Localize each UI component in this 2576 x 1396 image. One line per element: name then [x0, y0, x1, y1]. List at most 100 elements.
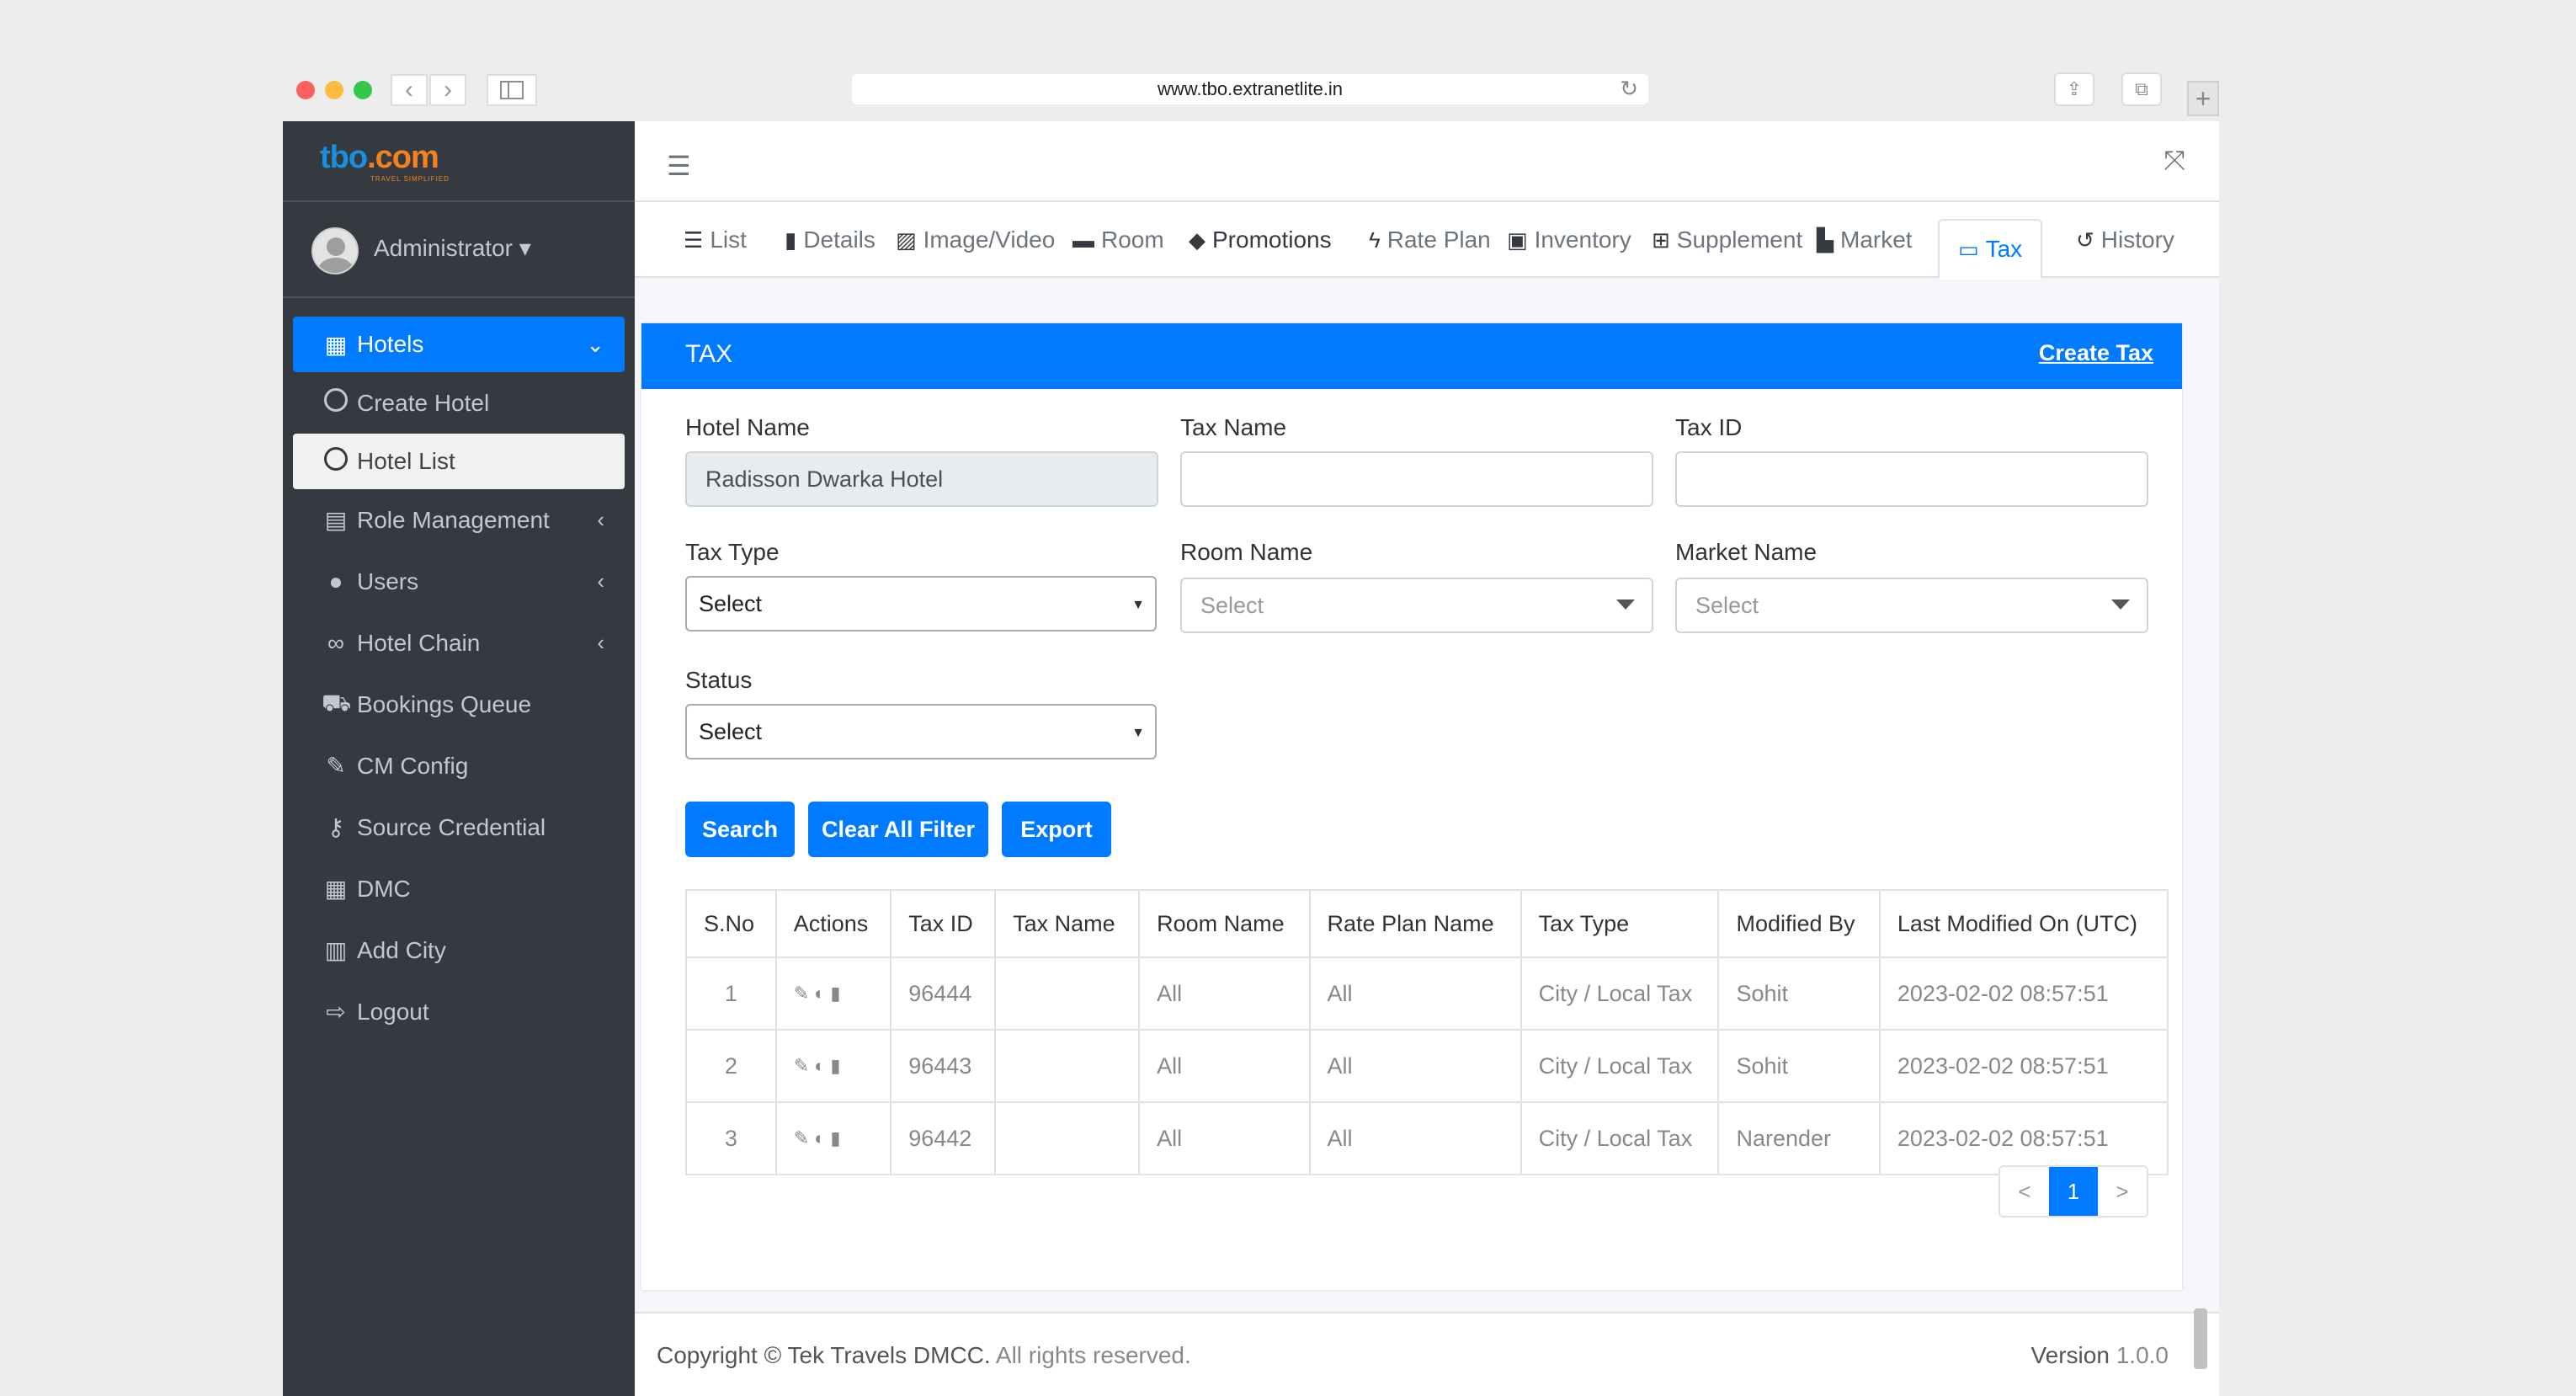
main-content: ☰ ⤧ ☰ List ▮ Details ▨ Image/Video ▬ Room ◆ P…: [635, 121, 2219, 1396]
table-header-row: S.No Actions Tax ID Tax Name Room Name R…: [685, 889, 2169, 958]
edit-icon[interactable]: ✎: [794, 1127, 814, 1148]
back-icon[interactable]: ‹: [391, 74, 428, 106]
brand[interactable]: tbo.com TRAVEL SIMPLIFIED: [283, 121, 635, 202]
sidebar-item-label: Hotel List: [357, 448, 455, 474]
sidebar-item-hotels[interactable]: ▦ Hotels ⌄: [293, 317, 625, 372]
pagination-next[interactable]: >: [2098, 1167, 2147, 1216]
tab-bar: ☰ List ▮ Details ▨ Image/Video ▬ Room ◆ Promo…: [635, 202, 2219, 280]
pagination-page-1[interactable]: 1: [2049, 1167, 2098, 1216]
pagination: < 1 >: [1999, 1165, 2148, 1218]
cell-rate-plan: All: [1308, 1029, 1522, 1103]
copyright: Copyright © Tek Travels DMCC. All rights…: [657, 1342, 1191, 1368]
logo-tagline: TRAVEL SIMPLIFIED: [370, 175, 450, 183]
sidebar-item-create-hotel[interactable]: Create Hotel: [283, 372, 635, 434]
export-button[interactable]: Export: [1002, 802, 1111, 857]
sidebar-item-hotel-list[interactable]: Hotel List: [293, 434, 625, 489]
sidebar-item-label: Role Management: [357, 506, 550, 533]
sidebar-item-bookings-queue[interactable]: ⛟ Bookings Queue: [283, 674, 635, 735]
url-bar[interactable]: www.tbo.extranetlite.in ↻: [852, 74, 1648, 104]
tax-name-input[interactable]: [1180, 451, 1653, 507]
cell-rate-plan: All: [1308, 956, 1522, 1031]
caret-down-icon: ▼: [1131, 598, 1145, 612]
caret-down-icon: ▾: [519, 235, 531, 261]
trash-icon[interactable]: ▮: [830, 983, 845, 1004]
circle-icon: [322, 388, 350, 418]
trash-icon[interactable]: ▮: [830, 1127, 845, 1148]
chevron-down-icon: ⌄: [586, 331, 604, 357]
tab-list[interactable]: ☰ List: [684, 202, 747, 278]
sidebar-item-source-credential[interactable]: ⚷ Source Credential: [283, 797, 635, 858]
tabs-overview-icon[interactable]: ⧉: [2121, 72, 2162, 106]
tab-room[interactable]: ▬ Room: [1072, 202, 1164, 278]
sidebar-item-add-city[interactable]: ▥ Add City: [283, 919, 635, 981]
list-icon: ☰: [684, 226, 704, 253]
new-tab-icon[interactable]: +: [2187, 81, 2219, 116]
logo[interactable]: tbo.com: [320, 140, 439, 176]
plus-square-icon: ⊞: [1652, 226, 1670, 253]
column-header: Tax Name: [994, 889, 1141, 958]
toggle-icon[interactable]: ◐: [814, 983, 830, 1004]
column-header: Last Modified On (UTC): [1878, 889, 2169, 958]
sidebar-item-cm-config[interactable]: ✎ CM Config: [283, 735, 635, 797]
trash-icon[interactable]: ▮: [830, 1055, 845, 1076]
money-icon: ▭: [1958, 236, 1979, 262]
sidebar-item-dmc[interactable]: ▦ DMC: [283, 858, 635, 919]
forward-icon[interactable]: ›: [429, 74, 466, 106]
fullscreen-icon[interactable]: ⤧: [2164, 145, 2185, 177]
image-icon: ▨: [896, 226, 917, 253]
tab-rate-plan[interactable]: ϟ Rate Plan: [1369, 202, 1491, 278]
tab-details[interactable]: ▮ Details: [785, 202, 876, 278]
sidebar-item-hotel-chain[interactable]: ∞ Hotel Chain ‹: [283, 612, 635, 674]
minimize-window-dot[interactable]: [325, 81, 343, 99]
tab-image-video[interactable]: ▨ Image/Video: [896, 202, 1055, 278]
close-window-dot[interactable]: [296, 81, 315, 99]
tax-id-input[interactable]: [1675, 451, 2148, 507]
sidebar: tbo.com TRAVEL SIMPLIFIED Administrator …: [283, 121, 635, 1396]
tax-type-label: Tax Type: [685, 539, 780, 565]
cell-tax-type: City / Local Tax: [1520, 1101, 1720, 1175]
tab-history[interactable]: ↺ History: [2076, 202, 2174, 278]
reload-icon[interactable]: ↻: [1620, 76, 1638, 102]
building-icon: ▦: [324, 331, 348, 358]
tax-type-select[interactable]: Select ▼: [685, 576, 1157, 631]
sidebar-item-role-management[interactable]: ▤ Role Management ‹: [283, 489, 635, 551]
cell-tax-type: City / Local Tax: [1520, 1029, 1720, 1103]
url-text: www.tbo.extranetlite.in: [1157, 78, 1344, 99]
brush-icon: ✎: [326, 753, 346, 779]
edit-icon[interactable]: ✎: [794, 983, 814, 1004]
sidebar-item-label: Users: [357, 567, 419, 594]
table-row: 2 ✎◐▮ 96443 All All City / Local Tax Soh…: [685, 1029, 2169, 1103]
tab-supplement[interactable]: ⊞ Supplement: [1652, 202, 1802, 278]
tab-inventory[interactable]: ▣ Inventory: [1507, 202, 1631, 278]
hamburger-menu-icon[interactable]: ☰: [667, 150, 691, 182]
user-menu[interactable]: Administrator ▾: [374, 234, 531, 262]
logout-icon: ⇨: [326, 999, 346, 1025]
sidebar-item-label: Logout: [357, 998, 429, 1025]
zoom-window-dot[interactable]: [354, 81, 372, 99]
status-select[interactable]: Select ▼: [685, 704, 1157, 759]
tab-market[interactable]: ▙ Market: [1817, 202, 1913, 278]
toggle-icon[interactable]: ◐: [814, 1055, 830, 1076]
cell-tax-type: City / Local Tax: [1520, 956, 1720, 1031]
toggle-icon[interactable]: ◐: [814, 1127, 830, 1148]
pagination-prev[interactable]: <: [2000, 1167, 2049, 1216]
card-header: TAX Create Tax: [641, 323, 2182, 389]
tab-tax[interactable]: ▭ Tax: [1938, 219, 2043, 280]
sidebar-toggle-icon[interactable]: [487, 74, 537, 106]
column-header: Actions: [774, 889, 892, 958]
column-header: S.No: [685, 889, 777, 958]
edit-icon[interactable]: ✎: [794, 1055, 814, 1076]
create-tax-link[interactable]: Create Tax: [2039, 340, 2153, 366]
page-scrollbar[interactable]: [2194, 1308, 2207, 1369]
table-row: 3 ✎◐▮ 96442 All All City / Local Tax Nar…: [685, 1101, 2169, 1175]
chart-area-icon: ▙: [1817, 226, 1834, 253]
room-name-select[interactable]: Select: [1180, 578, 1653, 633]
search-button[interactable]: Search: [685, 802, 795, 857]
clear-all-filter-button[interactable]: Clear All Filter: [808, 802, 988, 857]
sidebar-item-users[interactable]: ● Users ‹: [283, 551, 635, 612]
cell-tax-id: 96443: [890, 1029, 997, 1103]
sidebar-item-logout[interactable]: ⇨ Logout: [283, 981, 635, 1042]
tab-promotions[interactable]: ◆ Promotions: [1189, 202, 1332, 278]
market-name-select[interactable]: Select: [1675, 578, 2148, 633]
share-icon[interactable]: ⇪: [2054, 72, 2094, 106]
